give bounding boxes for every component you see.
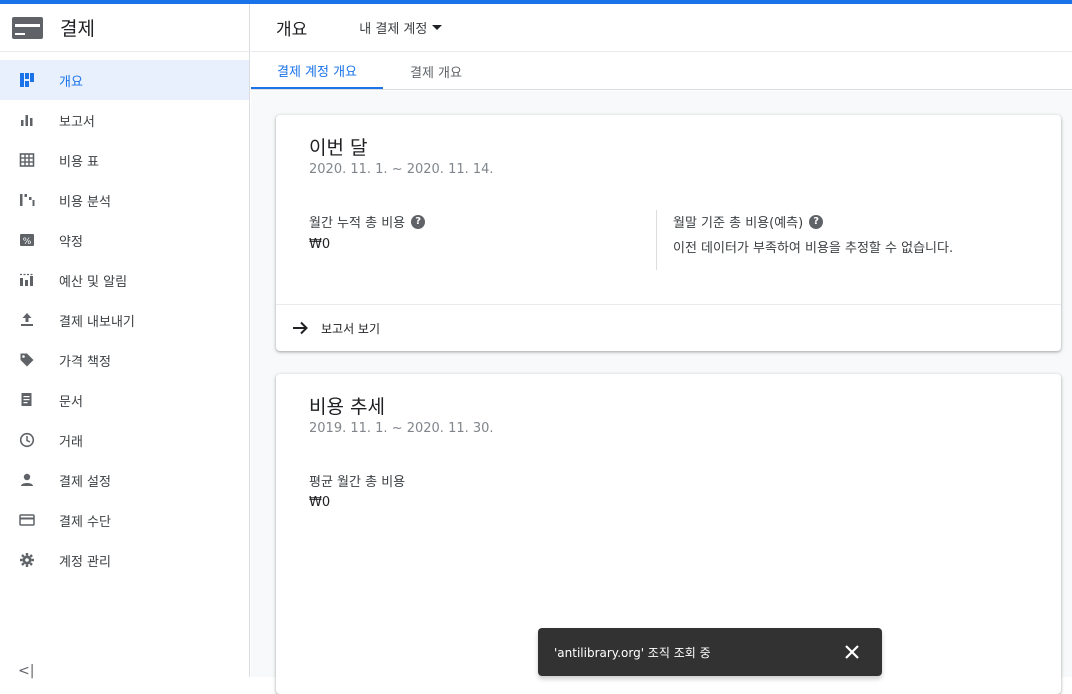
forecast-label: 월말 기준 총 비용(예측) ? <box>673 212 824 231</box>
table-icon <box>19 152 35 168</box>
sidebar-item-label: 보고서 <box>59 114 95 130</box>
snackbar-message: 'antilibrary.org' 조직 조회 중 <box>554 645 711 660</box>
clock-icon <box>19 432 35 448</box>
sidebar-item-label: 약정 <box>59 234 83 250</box>
budget-icon <box>19 272 35 288</box>
dashboard-icon <box>19 72 35 88</box>
sidebar-item-label: 거래 <box>59 434 83 450</box>
divider <box>656 210 657 270</box>
metric-label-text: 월간 누적 총 비용 <box>309 216 406 231</box>
sidebar-item-cost-table[interactable]: 비용 표 <box>0 140 249 180</box>
main-content: 이번 달 2020. 11. 1. ~ 2020. 11. 14. 월간 누적 … <box>251 91 1072 694</box>
view-report-label: 보고서 보기 <box>321 321 381 336</box>
card-title: 비용 추세 <box>309 396 385 418</box>
sidebar-item-overview[interactable]: 개요 <box>0 60 249 100</box>
date-range: 2020. 11. 1. ~ 2020. 11. 14. <box>309 162 494 177</box>
sidebar-item-billing-export[interactable]: 결제 내보내기 <box>0 300 249 340</box>
sidebar-item-label: 문서 <box>59 394 83 410</box>
view-report-link[interactable]: 보고서 보기 <box>276 304 1061 351</box>
billing-card-icon <box>12 16 43 39</box>
document-icon <box>19 392 35 408</box>
waterfall-chart-icon <box>19 192 35 208</box>
page-header: 개요 내 결제 계정 <box>251 4 1072 52</box>
billing-account-select[interactable]: 내 결제 계정 <box>359 18 443 37</box>
sidebar-item-commitments[interactable]: % 약정 <box>0 220 249 260</box>
help-icon[interactable]: ? <box>809 214 824 229</box>
app-title: 결제 <box>60 18 95 40</box>
sidebar-item-label: 비용 표 <box>59 154 100 170</box>
sidebar: 결제 개요 보고서 비용 표 비용 분석 % 약정 예산 및 알림 결제 내보내… <box>0 4 250 679</box>
forecast-value: 이전 데이터가 부족하여 비용을 추정할 수 없습니다. <box>673 241 954 256</box>
sidebar-item-label: 개요 <box>59 74 83 90</box>
page-title: 개요 <box>276 20 308 40</box>
billing-account-label: 내 결제 계정 <box>359 22 428 37</box>
svg-text:%: % <box>23 237 32 247</box>
sidebar-item-account-settings[interactable]: 결제 설정 <box>0 460 249 500</box>
arrow-forward-icon <box>293 321 308 335</box>
sidebar-item-payment-method[interactable]: 결제 수단 <box>0 500 249 540</box>
sidebar-item-label: 결제 설정 <box>59 474 111 490</box>
gear-icon <box>19 552 35 568</box>
help-icon[interactable]: ? <box>411 214 426 229</box>
metric-label-text: 월말 기준 총 비용(예측) <box>673 216 804 231</box>
sidebar-item-label: 결제 내보내기 <box>59 314 135 330</box>
this-month-card: 이번 달 2020. 11. 1. ~ 2020. 11. 14. 월간 누적 … <box>276 115 1061 351</box>
bar-chart-icon <box>19 112 35 128</box>
monthly-total-value: ₩0 <box>309 237 331 252</box>
sidebar-item-label: 계정 관리 <box>59 554 111 570</box>
tab-billing-overview[interactable]: 결제 개요 <box>383 53 489 89</box>
avg-monthly-label: 평균 월간 총 비용 <box>309 475 406 490</box>
sidebar-item-cost-analysis[interactable]: 비용 분석 <box>0 180 249 220</box>
avg-monthly-value: ₩0 <box>309 495 331 510</box>
person-icon <box>19 472 35 488</box>
sidebar-header: 결제 <box>0 4 249 52</box>
sidebar-nav: 개요 보고서 비용 표 비용 분석 % 약정 예산 및 알림 결제 내보내기 가… <box>0 52 249 580</box>
monthly-total-label: 월간 누적 총 비용 ? <box>309 212 426 231</box>
sidebar-item-label: 결제 수단 <box>59 514 111 530</box>
sidebar-item-reports[interactable]: 보고서 <box>0 100 249 140</box>
credit-card-icon <box>19 512 35 528</box>
sidebar-item-label: 비용 분석 <box>59 194 111 210</box>
sidebar-item-pricing[interactable]: 가격 책정 <box>0 340 249 380</box>
card-title: 이번 달 <box>309 137 368 159</box>
sidebar-item-label: 가격 책정 <box>59 354 111 370</box>
tab-bar: 결제 계정 개요 결제 개요 <box>251 53 1072 90</box>
date-range: 2019. 11. 1. ~ 2020. 11. 30. <box>309 421 494 436</box>
tag-icon <box>19 352 35 368</box>
upload-icon <box>19 312 35 328</box>
sidebar-item-transactions[interactable]: 거래 <box>0 420 249 460</box>
tab-account-overview[interactable]: 결제 계정 개요 <box>251 53 383 89</box>
sidebar-item-account-management[interactable]: 계정 관리 <box>0 540 249 580</box>
sidebar-item-budgets[interactable]: 예산 및 알림 <box>0 260 249 300</box>
close-icon[interactable] <box>842 642 862 662</box>
sidebar-item-documents[interactable]: 문서 <box>0 380 249 420</box>
snackbar: 'antilibrary.org' 조직 조회 중 <box>538 628 882 676</box>
sidebar-item-label: 예산 및 알림 <box>59 274 128 290</box>
percent-icon: % <box>19 232 35 248</box>
chevron-down-icon <box>432 25 443 30</box>
